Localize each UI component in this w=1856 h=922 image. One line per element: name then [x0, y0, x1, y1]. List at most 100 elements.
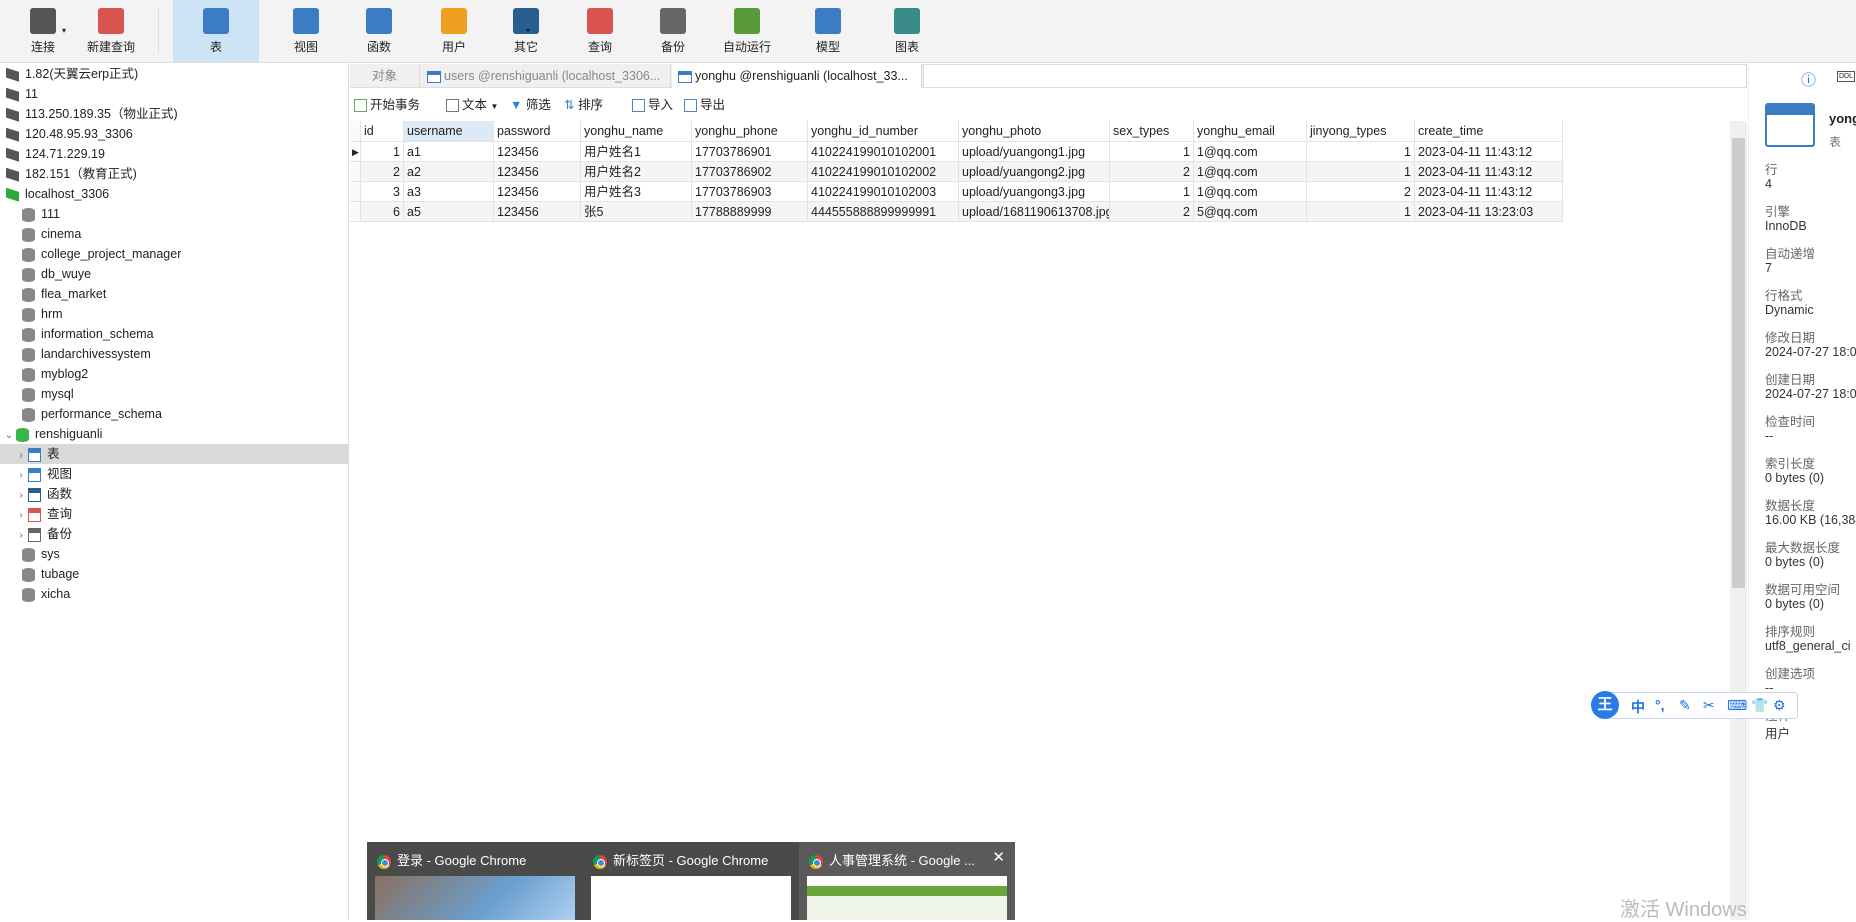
- toolbar-schedule-button[interactable]: 自动运行: [704, 0, 790, 62]
- table-cell[interactable]: 17703786903: [692, 182, 808, 202]
- table-cell[interactable]: a3: [404, 182, 494, 202]
- table-cell[interactable]: a1: [404, 142, 494, 162]
- toolbar-model-button[interactable]: 模型: [785, 0, 871, 62]
- table-cell[interactable]: a5: [404, 202, 494, 222]
- chevron-right-icon[interactable]: ›: [14, 526, 28, 546]
- chevron-right-icon[interactable]: ›: [14, 486, 28, 506]
- toolbar-table-button[interactable]: 表: [173, 0, 259, 62]
- tab-objects[interactable]: 对象: [350, 64, 420, 88]
- database-item[interactable]: xicha: [0, 584, 349, 604]
- table-cell[interactable]: upload/yuangong3.jpg: [959, 182, 1110, 202]
- connection-item[interactable]: 120.48.95.93_3306: [0, 124, 349, 144]
- table-cell[interactable]: 444555888899999991: [808, 202, 959, 222]
- table-cell[interactable]: 1: [1110, 142, 1194, 162]
- object-group-queries[interactable]: › 查询: [0, 504, 349, 524]
- row-indicator[interactable]: [350, 162, 361, 182]
- database-item[interactable]: hrm: [0, 304, 349, 324]
- table-cell[interactable]: 5@qq.com: [1194, 202, 1307, 222]
- database-item[interactable]: tubage: [0, 564, 349, 584]
- database-item[interactable]: ⌄ renshiguanli: [0, 424, 349, 444]
- scissors-icon[interactable]: ✂: [1703, 697, 1715, 714]
- table-cell[interactable]: 17703786902: [692, 162, 808, 182]
- table-cell[interactable]: 2023-04-11 11:43:12: [1415, 142, 1563, 162]
- column-header[interactable]: jinyong_types: [1307, 121, 1415, 142]
- sort-button[interactable]: ⇅ 排序: [564, 96, 603, 114]
- row-indicator[interactable]: ▶: [350, 142, 361, 162]
- column-header[interactable]: yonghu_photo: [959, 121, 1110, 142]
- database-item[interactable]: sys: [0, 544, 349, 564]
- connection-item[interactable]: 124.71.229.19: [0, 144, 349, 164]
- toolbar-new-query-button[interactable]: 新建查询: [68, 0, 154, 62]
- object-group-tables[interactable]: › 表: [0, 444, 349, 464]
- table-cell[interactable]: 123456: [494, 142, 581, 162]
- column-header[interactable]: id: [361, 121, 404, 142]
- column-header[interactable]: yonghu_name: [581, 121, 692, 142]
- database-item[interactable]: 111: [0, 204, 349, 224]
- object-group-views[interactable]: › 视图: [0, 464, 349, 484]
- taskbar-window-preview[interactable]: 新标签页 - Google Chrome: [583, 842, 799, 920]
- connection-item[interactable]: 1.82(天翼云erp正式): [0, 64, 349, 84]
- table-cell[interactable]: 1@qq.com: [1194, 162, 1307, 182]
- database-item[interactable]: db_wuye: [0, 264, 349, 284]
- connection-item[interactable]: localhost_3306: [0, 184, 349, 204]
- import-button[interactable]: 导入: [632, 96, 673, 114]
- table-cell[interactable]: 用户姓名2: [581, 162, 692, 182]
- toolbar-chart-button[interactable]: 图表: [864, 0, 950, 62]
- table-cell[interactable]: 2023-04-11 13:23:03: [1415, 202, 1563, 222]
- table-cell[interactable]: 17703786901: [692, 142, 808, 162]
- keyboard-icon[interactable]: ⌨: [1727, 697, 1747, 714]
- table-cell[interactable]: 1@qq.com: [1194, 142, 1307, 162]
- database-item[interactable]: college_project_manager: [0, 244, 349, 264]
- table-cell[interactable]: 2: [1110, 162, 1194, 182]
- ime-mode-toggle[interactable]: 中: [1631, 697, 1645, 717]
- taskbar-window-preview[interactable]: 人事管理系统 - Google ... ✕: [799, 842, 1015, 920]
- table-cell[interactable]: 123456: [494, 162, 581, 182]
- row-indicator[interactable]: [350, 182, 361, 202]
- text-view-button[interactable]: 文本 ▼: [446, 96, 498, 114]
- ddl-icon[interactable]: DDL: [1837, 71, 1856, 82]
- table-cell[interactable]: 17788889999: [692, 202, 808, 222]
- chevron-right-icon[interactable]: ›: [14, 446, 28, 466]
- table-cell[interactable]: 用户姓名3: [581, 182, 692, 202]
- database-item[interactable]: information_schema: [0, 324, 349, 344]
- column-header[interactable]: create_time: [1415, 121, 1563, 142]
- skin-icon[interactable]: 👕: [1751, 697, 1768, 714]
- table-cell[interactable]: 123456: [494, 182, 581, 202]
- table-cell[interactable]: 2: [361, 162, 404, 182]
- table-cell[interactable]: 张5: [581, 202, 692, 222]
- table-cell[interactable]: 1: [1110, 182, 1194, 202]
- pen-icon[interactable]: ✎: [1679, 697, 1691, 714]
- chevron-right-icon[interactable]: ›: [14, 506, 28, 526]
- table-cell[interactable]: 1: [1307, 142, 1415, 162]
- column-header[interactable]: username: [404, 121, 494, 142]
- database-item[interactable]: cinema: [0, 224, 349, 244]
- database-item[interactable]: mysql: [0, 384, 349, 404]
- table-cell[interactable]: 1: [1307, 162, 1415, 182]
- table-cell[interactable]: 410224199010102002: [808, 162, 959, 182]
- table-cell[interactable]: 1: [1307, 202, 1415, 222]
- table-cell[interactable]: a2: [404, 162, 494, 182]
- scrollbar-thumb[interactable]: [1732, 138, 1745, 588]
- row-indicator[interactable]: [350, 202, 361, 222]
- database-item[interactable]: flea_market: [0, 284, 349, 304]
- table-cell[interactable]: 1: [361, 142, 404, 162]
- begin-transaction-button[interactable]: 开始事务: [354, 96, 420, 114]
- info-icon[interactable]: ⓘ: [1801, 69, 1816, 90]
- row-indicator[interactable]: [350, 121, 361, 142]
- table-cell[interactable]: 3: [361, 182, 404, 202]
- table-cell[interactable]: 6: [361, 202, 404, 222]
- column-header[interactable]: yonghu_id_number: [808, 121, 959, 142]
- chevron-right-icon[interactable]: ›: [14, 466, 28, 486]
- table-cell[interactable]: upload/yuangong1.jpg: [959, 142, 1110, 162]
- database-item[interactable]: performance_schema: [0, 404, 349, 424]
- chevron-down-icon[interactable]: ▾: [62, 26, 66, 35]
- table-cell[interactable]: 2023-04-11 11:43:12: [1415, 182, 1563, 202]
- ime-punctuation-toggle[interactable]: °,: [1655, 697, 1665, 713]
- table-cell[interactable]: 1@qq.com: [1194, 182, 1307, 202]
- close-icon[interactable]: ✕: [992, 848, 1005, 866]
- table-cell[interactable]: upload/1681190613708.jpg: [959, 202, 1110, 222]
- filter-button[interactable]: ▼ 筛选: [510, 96, 551, 114]
- settings-gear-icon[interactable]: ⚙: [1773, 697, 1786, 714]
- connection-item[interactable]: 182.151（教育正式): [0, 164, 349, 184]
- ime-logo-icon[interactable]: 王: [1591, 691, 1619, 719]
